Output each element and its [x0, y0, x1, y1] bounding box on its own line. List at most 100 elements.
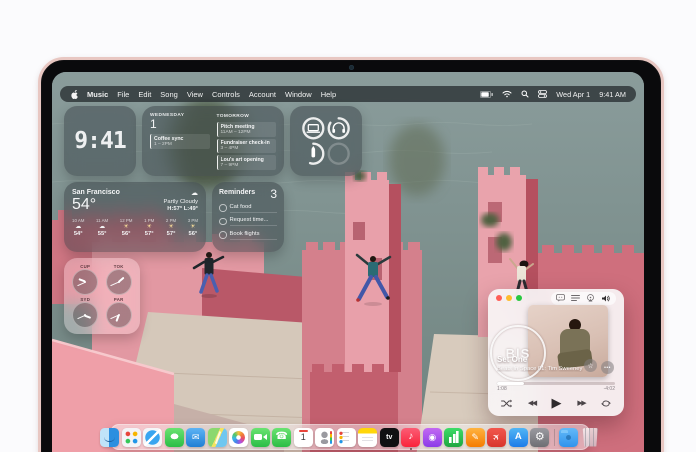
search-icon[interactable] [521, 90, 529, 98]
play-button[interactable]: ▶ [552, 395, 562, 411]
progress-bar[interactable] [497, 382, 615, 385]
weather-widget[interactable]: San Francisco ☁ 54° Partly Cloudy H:57° … [64, 182, 206, 252]
ipad-device-frame: Music File Edit Song View Controls Accou… [38, 57, 664, 452]
rocket-app-icon[interactable]: ✈ [487, 428, 506, 447]
hour-temp: 56° [188, 231, 197, 237]
reminder-item[interactable]: Cat food [219, 204, 277, 213]
screen: Music File Edit Song View Controls Accou… [52, 72, 644, 452]
checkbox-circle-icon[interactable] [219, 231, 227, 239]
app-store-icon[interactable]: A [509, 428, 528, 447]
apps-launchpad-icon[interactable] [122, 428, 141, 447]
menu-song[interactable]: Song [160, 90, 178, 99]
checkbox-circle-icon[interactable] [219, 204, 227, 212]
pencil-icon [312, 146, 316, 157]
contacts-app-icon[interactable] [315, 428, 334, 447]
shuffle-icon[interactable] [501, 399, 512, 408]
batteries-widget[interactable] [290, 106, 362, 176]
analog-clock-face [72, 269, 98, 295]
hour-temp: 54° [74, 231, 83, 237]
reminders-widget[interactable]: Reminders 3 Cat food Request time... Boo… [212, 182, 284, 252]
event-time: 7 – 9PM [221, 163, 274, 169]
next-track-button[interactable]: ▶▶ [577, 399, 585, 407]
menu-file[interactable]: File [117, 90, 129, 99]
previous-track-button[interactable]: ◀◀ [528, 399, 536, 407]
sun-icon: ☀ [146, 224, 151, 230]
event-time: 1 – 2PM [154, 142, 207, 148]
headphones-icon [332, 123, 345, 133]
menu-music[interactable]: Music [87, 90, 108, 99]
favorite-star-button[interactable]: ☆ [584, 359, 597, 372]
menu-view[interactable]: View [187, 90, 203, 99]
battery-icon[interactable] [480, 91, 493, 98]
menu-account[interactable]: Account [249, 90, 276, 99]
running-indicator-dot [410, 448, 413, 451]
reminder-item[interactable]: Request time... [219, 217, 277, 226]
calendar-event[interactable]: Pitch meeting 11AM – 12PM [217, 122, 277, 137]
music-mini-player-window[interactable]: B|S Set One Beats In Space 01: Tim Sween… [488, 289, 624, 416]
music-app-icon[interactable]: ♪ [401, 428, 420, 447]
menu-date[interactable]: Wed Apr 1 [556, 90, 590, 99]
clock-widget[interactable]: 9:41 [64, 106, 136, 176]
facetime-app-icon[interactable] [251, 428, 270, 447]
reminder-label: Cat food [230, 204, 278, 213]
queue-icon[interactable] [571, 294, 580, 302]
weather-hourly-forecast: 10 AM☁54° 11 AM☁55° 12 PM☀56° 1 PM☀57° 2… [72, 218, 198, 237]
minimize-button[interactable] [506, 295, 512, 301]
reminder-item[interactable]: Book flights [219, 231, 277, 240]
calendar-event[interactable]: Fundraiser check-in 3 – 4PM [217, 139, 277, 154]
phone-app-icon[interactable]: ☎ [272, 428, 291, 447]
finder-app-icon[interactable] [100, 428, 119, 447]
menu-bar: Music File Edit Song View Controls Accou… [60, 86, 636, 102]
world-clock-widget[interactable]: CUP TOK SYD PAR [64, 258, 140, 334]
battery-rings [297, 112, 355, 170]
front-camera [349, 65, 354, 70]
control-center-icon[interactable] [538, 90, 547, 98]
menu-window[interactable]: Window [285, 90, 312, 99]
calendar-day-number: 1 [150, 118, 210, 131]
mail-app-icon[interactable]: ✉ [186, 428, 205, 447]
menu-time[interactable]: 9:41 AM [599, 90, 626, 99]
settings-app-icon[interactable]: ⚙ [530, 428, 549, 447]
world-clock-tokyo: TOK [106, 264, 132, 295]
calendar-day-label: WEDNESDAY [150, 113, 210, 118]
notes-app-icon[interactable] [358, 428, 377, 447]
volume-icon[interactable] [601, 294, 611, 303]
close-button[interactable] [496, 295, 502, 301]
hour-label: 2 PM [166, 218, 176, 223]
partly-cloudy-icon: ☁ [191, 189, 198, 197]
photos-app-icon[interactable] [229, 428, 248, 447]
lyrics-icon[interactable] [556, 294, 565, 302]
messages-app-icon[interactable] [165, 428, 184, 447]
podcasts-app-icon[interactable]: ◉ [423, 428, 442, 447]
menu-help[interactable]: Help [321, 90, 336, 99]
hour-temp: 55° [98, 231, 107, 237]
menu-edit[interactable]: Edit [138, 90, 151, 99]
analog-clock-face [106, 302, 132, 328]
repeat-icon[interactable] [601, 399, 611, 408]
reminder-label: Book flights [230, 231, 278, 240]
wifi-icon[interactable] [502, 90, 512, 98]
sun-icon: ☀ [168, 224, 173, 230]
airplay-icon[interactable] [586, 294, 595, 302]
safari-app-icon[interactable] [143, 428, 162, 447]
zoom-button[interactable] [516, 295, 522, 301]
event-time: 11AM – 12PM [221, 130, 274, 136]
downloads-folder-icon[interactable] [559, 428, 578, 447]
more-options-button[interactable]: ••• [601, 361, 614, 374]
pages-app-icon[interactable]: ✎ [466, 428, 485, 447]
calendar-app-icon[interactable]: 1 [294, 428, 313, 447]
apple-tv-app-icon[interactable]: tv [380, 428, 399, 447]
menu-controls[interactable]: Controls [212, 90, 240, 99]
calendar-event[interactable]: Lou's art opening 7 – 9PM [217, 155, 277, 170]
calendar-event[interactable]: Coffee sync 1 – 2PM [150, 134, 210, 149]
maps-app-icon[interactable] [208, 428, 227, 447]
apple-menu-icon[interactable] [70, 90, 78, 99]
screenshot: Music File Edit Song View Controls Accou… [0, 0, 696, 452]
numbers-app-icon[interactable] [444, 428, 463, 447]
reminders-app-icon[interactable] [337, 428, 356, 447]
checkbox-circle-icon[interactable] [219, 218, 227, 226]
sun-icon: ☀ [123, 224, 128, 230]
hour-label: 10 AM [72, 218, 84, 223]
calendar-widget[interactable]: WEDNESDAY 1 Coffee sync 1 – 2PM TOMORROW… [142, 106, 284, 176]
hour-label: 3 PM [188, 218, 198, 223]
